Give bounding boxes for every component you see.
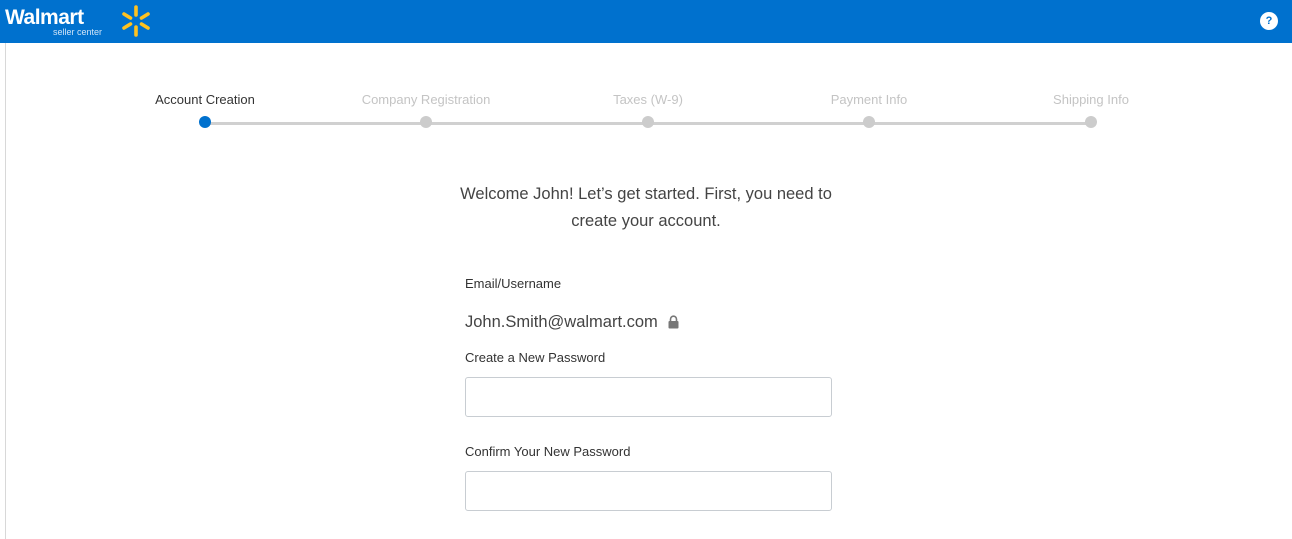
- walmart-seller-center-logo[interactable]: Walmart seller center: [5, 4, 165, 40]
- registration-progress-stepper: Account Creation Company Registration Ta…: [0, 90, 1292, 135]
- new-password-label: Create a New Password: [465, 350, 606, 365]
- step-label: Company Registration: [361, 92, 491, 107]
- email-label: Email/Username: [465, 276, 562, 291]
- email-value: John.Smith@walmart.com: [465, 312, 658, 331]
- step-dot: [863, 116, 875, 128]
- step-company-registration: Company Registration: [326, 90, 526, 128]
- step-label: Taxes (W-9): [613, 92, 683, 107]
- email-display: John.Smith@walmart.com: [465, 310, 679, 334]
- step-dot-active: [199, 116, 211, 128]
- logo-subtitle: seller center: [53, 27, 103, 37]
- step-dot: [642, 116, 654, 128]
- step-dot: [1085, 116, 1097, 128]
- account-creation-form: Email/Username John.Smith@walmart.com Cr…: [465, 274, 833, 511]
- step-taxes: Taxes (W-9): [548, 90, 748, 128]
- welcome-line-2: create your account.: [571, 212, 721, 230]
- confirm-password-label: Confirm Your New Password: [465, 444, 631, 459]
- step-account-creation: Account Creation: [105, 90, 305, 128]
- top-navigation-bar: Walmart seller center ?: [0, 0, 1292, 43]
- help-button[interactable]: ?: [1260, 12, 1278, 30]
- step-label: Payment Info: [830, 92, 908, 107]
- step-payment-info: Payment Info: [769, 90, 969, 128]
- welcome-line-1: Welcome John! Let’s get started. First, …: [460, 185, 832, 203]
- lock-icon: [668, 315, 679, 329]
- welcome-message: Welcome John! Let’s get started. First, …: [446, 181, 846, 235]
- step-label: Account Creation: [155, 92, 255, 107]
- spark-icon: [122, 5, 150, 37]
- new-password-input[interactable]: [465, 377, 832, 417]
- step-shipping-info: Shipping Info: [991, 90, 1191, 128]
- step-dot: [420, 116, 432, 128]
- confirm-password-input[interactable]: [465, 471, 832, 511]
- step-label: Shipping Info: [1053, 92, 1129, 107]
